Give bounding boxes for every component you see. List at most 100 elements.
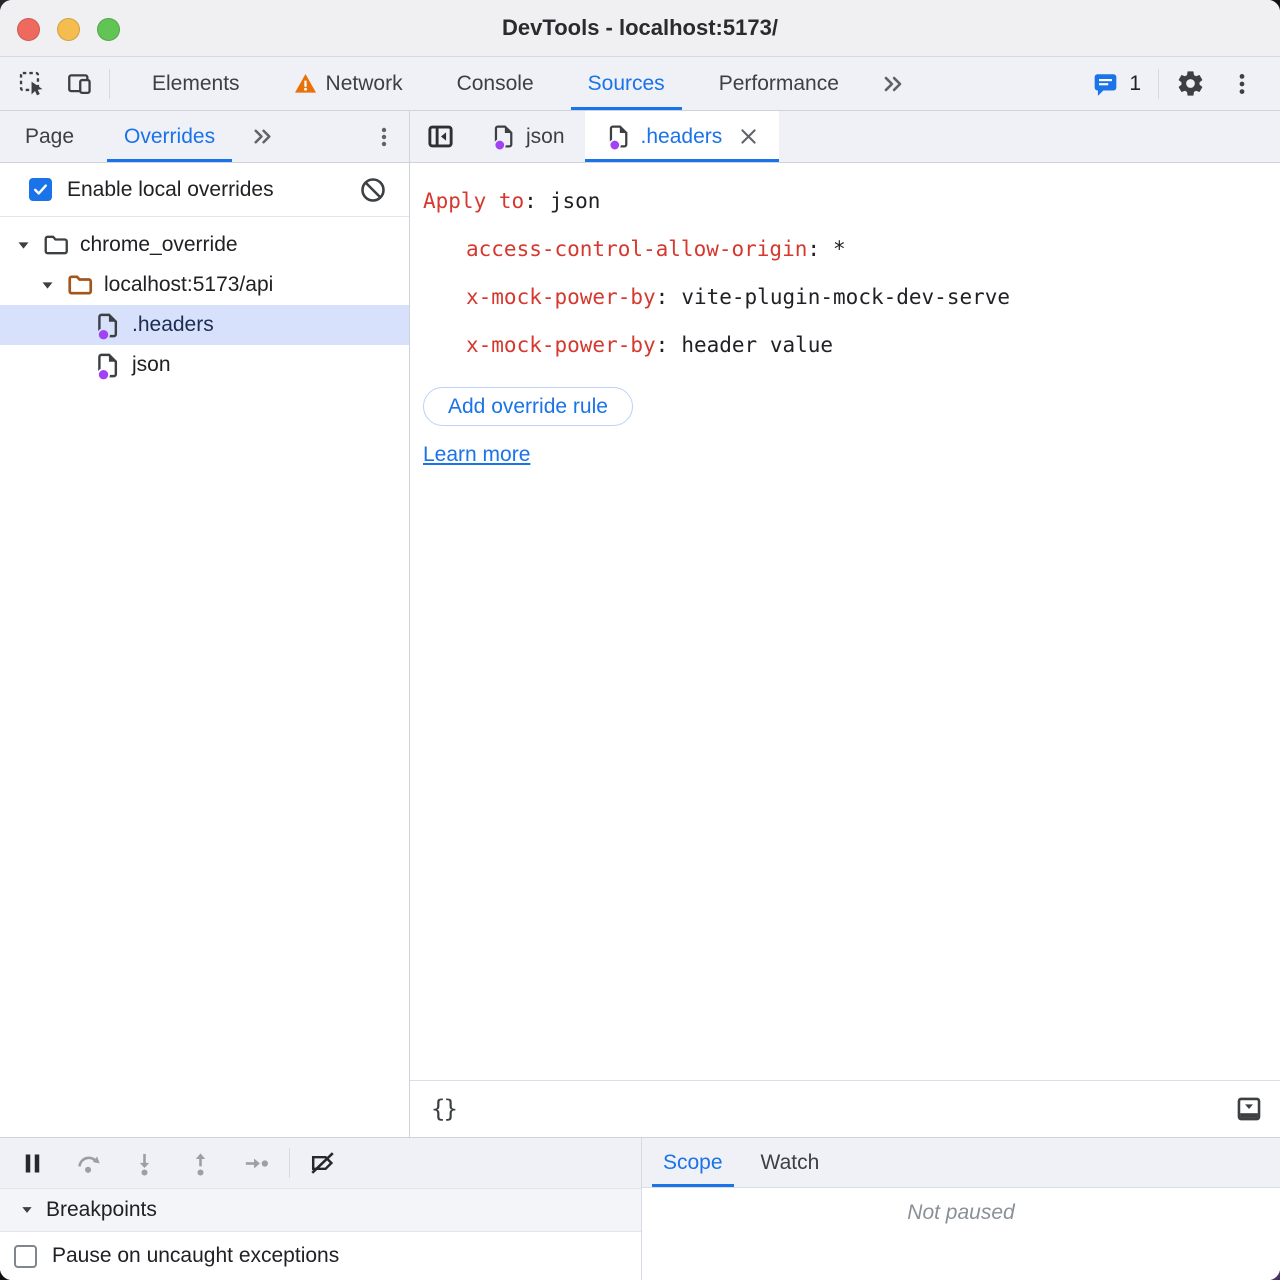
step-icon bbox=[243, 1150, 270, 1177]
close-tab-icon[interactable] bbox=[738, 126, 759, 147]
double-chevron-right-icon bbox=[880, 71, 906, 97]
tab-sources[interactable]: Sources bbox=[561, 57, 692, 110]
more-panels-button[interactable] bbox=[866, 57, 920, 110]
issues-counter-button[interactable]: 1 bbox=[1080, 71, 1153, 97]
deactivate-breakpoints-button[interactable] bbox=[295, 1138, 351, 1188]
step-button[interactable] bbox=[228, 1138, 284, 1188]
tab-elements[interactable]: Elements bbox=[125, 57, 267, 110]
tree-folder-localhost-api[interactable]: localhost:5173/api bbox=[0, 265, 409, 305]
headers-override-editor: Apply to:json access-control-allow-origi… bbox=[410, 163, 1280, 1080]
breakpoints-section-header[interactable]: Breakpoints bbox=[0, 1188, 641, 1232]
deactivate-breakpoints-icon bbox=[309, 1149, 337, 1177]
debugger-strip: Breakpoints Pause on uncaught exceptions… bbox=[0, 1137, 1280, 1280]
close-window-button[interactable] bbox=[17, 18, 40, 41]
toggle-navigator-sidebar-button[interactable] bbox=[410, 111, 470, 162]
step-into-button[interactable] bbox=[116, 1138, 172, 1188]
sources-panel: Page Overrides bbox=[0, 111, 1280, 1137]
apply-to-line: Apply to:json bbox=[423, 177, 1280, 225]
titlebar: DevTools - localhost:5173/ bbox=[0, 0, 1280, 57]
step-into-icon bbox=[131, 1150, 158, 1177]
issues-count: 1 bbox=[1129, 72, 1141, 96]
editor-tab-headers[interactable]: .headers bbox=[585, 111, 780, 162]
enable-overrides-label: Enable local overrides bbox=[67, 178, 274, 202]
override-folder-icon bbox=[66, 271, 94, 299]
message-bubble-icon bbox=[1092, 71, 1119, 97]
sources-navigator-sidebar: Page Overrides bbox=[0, 111, 410, 1137]
folder-icon bbox=[42, 231, 70, 259]
header-rule-line[interactable]: x-mock-power-by:vite-plugin-mock-dev-ser… bbox=[423, 273, 1280, 321]
devtools-window: DevTools - localhost:5173/ bbox=[0, 0, 1280, 1280]
navigator-menu-button[interactable] bbox=[359, 111, 409, 162]
tab-console[interactable]: Console bbox=[430, 57, 561, 110]
override-file-icon bbox=[605, 123, 632, 150]
tab-performance[interactable]: Performance bbox=[692, 57, 866, 110]
header-rule-line[interactable]: access-control-allow-origin:* bbox=[423, 225, 1280, 273]
pause-script-button[interactable] bbox=[4, 1138, 60, 1188]
navigator-tabs: Page Overrides bbox=[0, 111, 409, 163]
scope-watch-tabs: Scope Watch bbox=[642, 1138, 1280, 1188]
breakpoints-label: Breakpoints bbox=[46, 1198, 157, 1222]
devtools-toolbar: Elements Network Console Sources bbox=[0, 57, 1280, 111]
step-out-icon bbox=[187, 1150, 214, 1177]
devtools-menu-button[interactable] bbox=[1216, 57, 1268, 110]
pause-icon bbox=[19, 1150, 46, 1177]
tab-network[interactable]: Network bbox=[267, 57, 430, 110]
enable-overrides-checkbox[interactable] bbox=[29, 178, 52, 201]
overrides-file-tree: chrome_override localhost:5173/api bbox=[0, 217, 409, 1137]
step-out-button[interactable] bbox=[172, 1138, 228, 1188]
override-file-icon bbox=[490, 123, 517, 150]
pause-on-uncaught-label: Pause on uncaught exceptions bbox=[52, 1244, 339, 1268]
collapse-arrow-icon bbox=[20, 1203, 34, 1217]
tree-file-headers[interactable]: .headers bbox=[0, 305, 409, 345]
header-rule-line[interactable]: x-mock-power-by:header value bbox=[423, 321, 1280, 369]
tab-watch[interactable]: Watch bbox=[742, 1138, 839, 1187]
step-over-icon bbox=[75, 1150, 102, 1177]
pause-on-uncaught-row: Pause on uncaught exceptions bbox=[0, 1232, 641, 1280]
override-file-icon bbox=[93, 351, 122, 380]
inspect-element-button[interactable] bbox=[8, 57, 56, 110]
step-over-button[interactable] bbox=[60, 1138, 116, 1188]
kebab-menu-icon bbox=[372, 125, 396, 149]
debugger-status-text: Not paused bbox=[642, 1188, 1280, 1280]
settings-button[interactable] bbox=[1164, 57, 1216, 110]
tab-overrides[interactable]: Overrides bbox=[99, 111, 240, 162]
learn-more-link[interactable]: Learn more bbox=[423, 443, 530, 467]
scope-watch-pane: Scope Watch Not paused bbox=[642, 1138, 1280, 1280]
debugger-controls-pane: Breakpoints Pause on uncaught exceptions bbox=[0, 1138, 642, 1280]
toggle-drawer-icon[interactable] bbox=[1235, 1095, 1263, 1123]
toolbar-separator bbox=[109, 69, 110, 99]
window-title: DevTools - localhost:5173/ bbox=[502, 15, 778, 41]
tree-folder-chrome-override[interactable]: chrome_override bbox=[0, 225, 409, 265]
tree-file-json[interactable]: json bbox=[0, 345, 409, 385]
add-override-rule-button[interactable]: Add override rule bbox=[423, 387, 633, 426]
pause-on-uncaught-checkbox[interactable] bbox=[14, 1245, 37, 1268]
double-chevron-right-icon bbox=[250, 124, 275, 149]
tab-scope[interactable]: Scope bbox=[644, 1138, 742, 1187]
traffic-lights bbox=[17, 18, 120, 41]
toolbar-separator bbox=[1158, 69, 1159, 99]
device-toolbar-icon bbox=[66, 70, 94, 98]
expand-arrow-icon bbox=[16, 238, 31, 253]
minimize-window-button[interactable] bbox=[57, 18, 80, 41]
expand-arrow-icon bbox=[40, 278, 55, 293]
kebab-menu-icon bbox=[1229, 71, 1255, 97]
pretty-print-button[interactable]: {} bbox=[431, 1095, 456, 1123]
debugger-toolbar bbox=[0, 1138, 641, 1188]
editor-status-bar: {} bbox=[410, 1080, 1280, 1137]
device-toolbar-button[interactable] bbox=[56, 57, 104, 110]
inspect-cursor-icon bbox=[18, 70, 46, 98]
enable-overrides-row: Enable local overrides bbox=[0, 163, 409, 217]
editor-tab-bar: json .headers bbox=[410, 111, 1280, 163]
gear-icon bbox=[1176, 69, 1205, 98]
toolbar-separator bbox=[289, 1148, 290, 1178]
warning-icon bbox=[294, 73, 317, 94]
editor-pane: json .headers bbox=[410, 111, 1280, 1137]
more-navigator-tabs-button[interactable] bbox=[240, 111, 285, 162]
panel-tabs: Elements Network Console Sources bbox=[125, 57, 920, 110]
clear-overrides-icon[interactable] bbox=[359, 176, 387, 204]
editor-tab-json[interactable]: json bbox=[470, 111, 585, 162]
collapse-sidebar-icon bbox=[426, 122, 455, 151]
override-file-icon bbox=[93, 311, 122, 340]
tab-page[interactable]: Page bbox=[0, 111, 99, 162]
zoom-window-button[interactable] bbox=[97, 18, 120, 41]
